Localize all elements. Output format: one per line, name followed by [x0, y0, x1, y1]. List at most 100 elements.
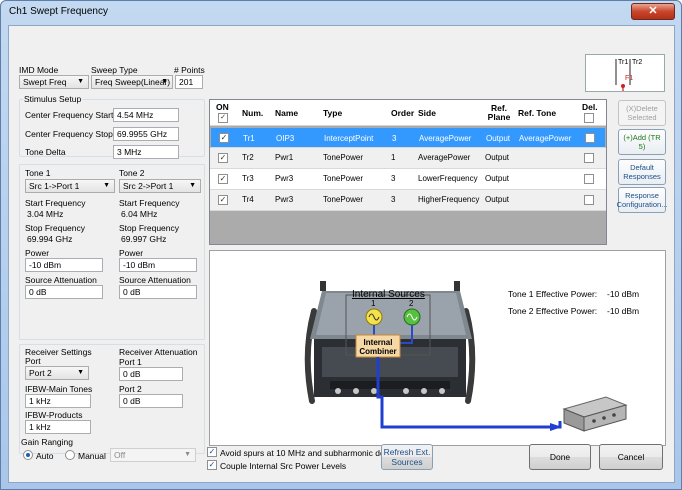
source2-label: 2	[409, 299, 414, 308]
tone2-stop-label: Stop Frequency	[119, 223, 180, 233]
row-name: Pwr3	[275, 195, 294, 204]
tone1-source-select[interactable]: Src 1->Port 1 ▼	[25, 179, 115, 193]
internal-combiner-label: Internal Combiner	[359, 338, 397, 356]
row-type: InterceptPoint	[324, 134, 374, 143]
row-del-checkbox[interactable]	[584, 195, 594, 205]
row-plane: Output	[485, 195, 510, 204]
rx-port2-input[interactable]: 0 dB	[119, 394, 183, 408]
row-del-checkbox[interactable]	[585, 133, 595, 143]
row-order: 3	[391, 174, 396, 183]
title-bar[interactable]: Ch1 Swept Frequency ✕	[1, 1, 681, 23]
header-ref-tone: Ref. Tone	[518, 108, 557, 118]
chevron-down-icon: ▼	[103, 182, 110, 189]
points-input[interactable]: 201	[175, 75, 203, 89]
internal-sources-label: Internal Sources	[352, 289, 425, 300]
refresh-ext-sources-button[interactable]: Refresh Ext. Sources	[381, 444, 433, 470]
response-config-button[interactable]: Response Configuration...	[617, 187, 667, 213]
tone1-atten-input[interactable]: 0 dB	[25, 285, 103, 299]
gain-off-value: Off	[114, 450, 126, 460]
couple-power-label: Couple Internal Src Power Levels	[220, 461, 347, 471]
imd-mode-label: IMD Mode	[19, 65, 59, 75]
tone2-power-input[interactable]: -10 dBm	[119, 258, 197, 272]
row-num: Tr1	[243, 134, 255, 143]
receiver-port-value: Port 2	[29, 368, 52, 378]
chevron-down-icon: ▼	[184, 451, 191, 458]
tone2-atten-input[interactable]: 0 dB	[119, 285, 197, 299]
chevron-down-icon: ▼	[161, 78, 168, 85]
sweep-type-select[interactable]: Freq Sweep(Linear) ▼	[91, 75, 173, 89]
center-stop-input[interactable]: 69.9955 GHz	[113, 127, 179, 141]
header-del-checkbox[interactable]	[584, 113, 594, 123]
tone1-start-label: Start Frequency	[25, 198, 86, 208]
tone1-atten-label: Source Attenuation	[25, 275, 97, 285]
ifbw-products-input[interactable]: 1 kHz	[25, 420, 91, 434]
tone1-eff-value: -10 dBm	[607, 289, 640, 299]
row-num: Tr2	[242, 153, 254, 162]
row-order: 3	[391, 195, 396, 204]
tone1-label: Tone 1	[25, 168, 51, 178]
header-ref-plane: Ref. Plane	[487, 103, 511, 122]
table-header: ON ✓ Num. Name Type Order Side Ref. Plan…	[210, 100, 606, 126]
row-type: TonePower	[323, 195, 364, 204]
sweep-type-label: Sweep Type	[91, 65, 138, 75]
row-num: Tr3	[242, 174, 254, 183]
avoid-spurs-checkbox[interactable]: ✓	[207, 447, 217, 457]
header-order: Order	[391, 108, 415, 118]
dialog-window: Ch1 Swept Frequency ✕ IMD Mode Sweep Typ…	[0, 0, 682, 490]
tone2-atten-label: Source Attenuation	[119, 275, 191, 285]
table-row[interactable]: ✓ Tr3 Pwr3 TonePower 3 LowerFrequency Ou…	[210, 169, 606, 190]
close-icon: ✕	[648, 5, 658, 17]
table-row[interactable]: ✓ Tr4 Pwr3 TonePower 3 HigherFrequency O…	[210, 190, 606, 211]
table-row[interactable]: ✓ Tr1 OIP3 InterceptPoint 3 AveragePower…	[210, 127, 606, 148]
row-on-checkbox[interactable]: ✓	[218, 153, 228, 163]
ifbw-main-input[interactable]: 1 kHz	[25, 394, 91, 408]
center-stop-label: Center Frequency Stop	[25, 129, 113, 139]
tone2-eff-label: Tone 2 Effective Power:	[508, 306, 598, 316]
add-trace-button[interactable]: (+)Add (TR 5)	[618, 129, 666, 155]
gain-auto-radio[interactable]	[23, 450, 33, 460]
tone1-power-input[interactable]: -10 dBm	[25, 258, 103, 272]
row-name: OIP3	[276, 134, 295, 143]
row-on-checkbox[interactable]: ✓	[218, 174, 228, 184]
center-start-input[interactable]: 4.54 MHz	[113, 108, 179, 122]
port-label: Port	[25, 356, 41, 366]
row-type: TonePower	[323, 153, 364, 162]
gain-manual-select[interactable]: Off ▼	[110, 448, 196, 462]
rx-port1-input[interactable]: 0 dB	[119, 367, 183, 381]
table-row[interactable]: ✓ Tr2 Pwr1 TonePower 1 AveragePower Outp…	[210, 148, 606, 169]
chevron-down-icon: ▼	[189, 182, 196, 189]
tone2-source-value: Src 2->Port 1	[123, 181, 174, 191]
row-order: 3	[392, 134, 397, 143]
tone-delta-input[interactable]: 3 MHz	[113, 145, 179, 159]
row-on-checkbox[interactable]: ✓	[218, 195, 228, 205]
source1-label: 1	[371, 299, 376, 308]
imd-mode-select[interactable]: Swept Freq ▼	[19, 75, 89, 89]
tone1-start-value: 3.04 MHz	[27, 209, 64, 219]
done-button[interactable]: Done	[529, 444, 591, 470]
row-side: HigherFrequency	[418, 195, 480, 204]
row-side: AveragePower	[419, 134, 472, 143]
row-on-checkbox[interactable]: ✓	[219, 133, 229, 143]
delete-selected-button[interactable]: (X)Delete Selected	[618, 100, 666, 126]
cancel-button[interactable]: Cancel	[599, 444, 663, 470]
couple-power-checkbox[interactable]: ✓	[207, 460, 217, 470]
tone1-power-label: Power	[25, 248, 50, 258]
tone2-source-select[interactable]: Src 2->Port 1 ▼	[119, 179, 201, 193]
receiver-port-select[interactable]: Port 2 ▼	[25, 366, 89, 380]
default-responses-button[interactable]: Default Responses	[618, 159, 666, 185]
row-type: TonePower	[323, 174, 364, 183]
close-button[interactable]: ✕	[631, 3, 675, 20]
points-label: # Points	[174, 65, 205, 75]
tone2-start-label: Start Frequency	[119, 198, 180, 208]
row-side: AveragePower	[418, 153, 471, 162]
row-plane: Output	[485, 153, 510, 162]
ifbw-main-label: IFBW-Main Tones	[25, 384, 93, 394]
avoid-spurs-label: Avoid spurs at 10 MHz and subharmonic de…	[220, 448, 398, 458]
row-del-checkbox[interactable]	[584, 153, 594, 163]
dialog-client: IMD Mode Sweep Type # Points Swept Freq ▼…	[8, 25, 675, 483]
gain-manual-radio[interactable]	[65, 450, 75, 460]
header-on-checkbox[interactable]: ✓	[218, 113, 228, 123]
row-name: Pwr3	[275, 174, 294, 183]
window-title: Ch1 Swept Frequency	[9, 6, 108, 17]
row-del-checkbox[interactable]	[584, 174, 594, 184]
